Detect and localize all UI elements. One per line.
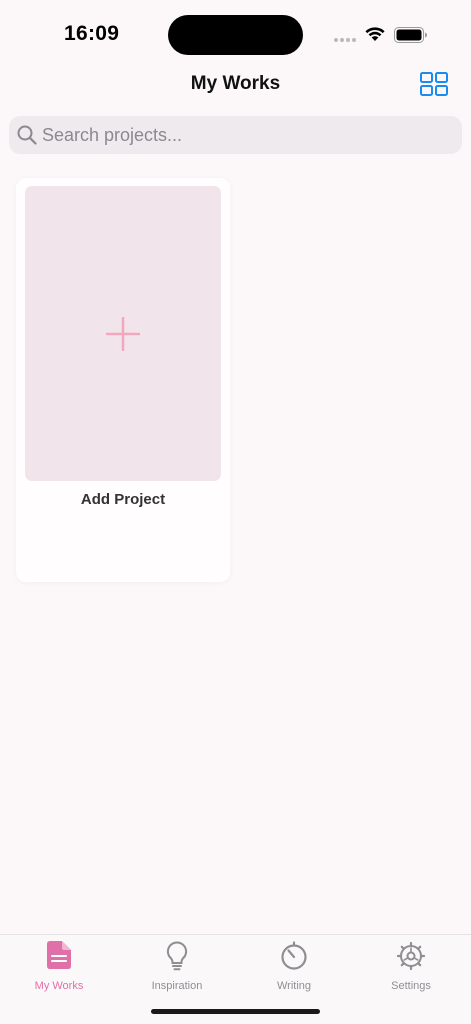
lightbulb-icon bbox=[166, 941, 188, 971]
add-project-thumbnail[interactable] bbox=[25, 186, 221, 481]
page-title: My Works bbox=[190, 73, 281, 94]
battery-icon bbox=[394, 27, 427, 43]
add-project-card[interactable]: Add Project bbox=[16, 178, 230, 582]
gear-icon bbox=[396, 941, 426, 971]
plus-icon bbox=[106, 317, 140, 351]
tab-label: Writing bbox=[276, 980, 312, 992]
search-bar bbox=[9, 116, 462, 154]
search-icon bbox=[17, 125, 37, 145]
layout-toggle-button[interactable] bbox=[420, 72, 448, 96]
home-indicator bbox=[151, 1009, 320, 1014]
tab-settings[interactable]: Settings bbox=[352, 941, 470, 997]
tab-label: Inspiration bbox=[151, 980, 203, 992]
status-time: 16:09 bbox=[64, 22, 120, 45]
timer-icon bbox=[281, 941, 307, 970]
search-input[interactable] bbox=[42, 116, 452, 154]
wifi-icon bbox=[365, 27, 385, 41]
document-icon bbox=[47, 941, 71, 969]
tab-label: My Works bbox=[34, 980, 84, 992]
tab-my-works[interactable]: My Works bbox=[0, 941, 118, 997]
cellular-signal-icon bbox=[334, 38, 358, 44]
grid-layout-icon bbox=[420, 72, 448, 96]
tab-writing[interactable]: Writing bbox=[235, 941, 353, 997]
dynamic-island bbox=[168, 15, 303, 55]
add-project-label: Add Project bbox=[80, 491, 166, 508]
status-bar: 16:09 bbox=[0, 0, 471, 70]
tab-label: Settings bbox=[391, 980, 431, 992]
tab-inspiration[interactable]: Inspiration bbox=[118, 941, 236, 997]
